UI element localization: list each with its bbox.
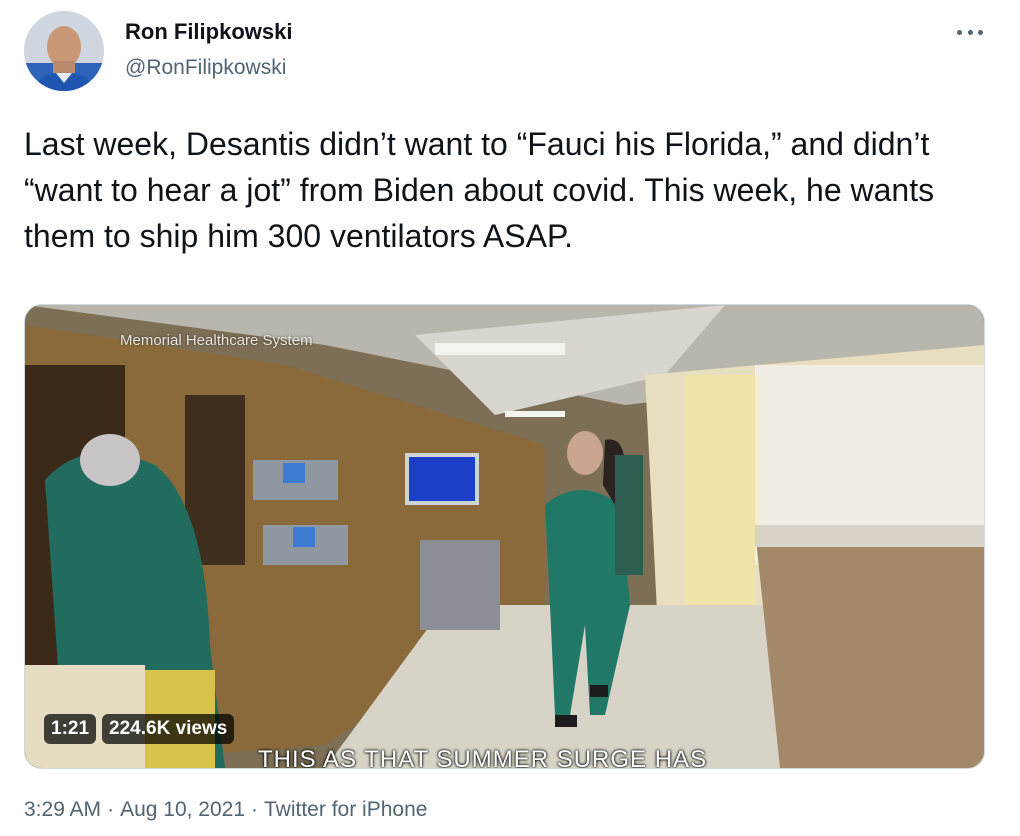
meta-separator: · [251, 798, 259, 821]
video-player[interactable]: Memorial Healthcare System 1:21 224.6K v… [24, 304, 985, 769]
more-dot [978, 29, 983, 35]
more-dot [967, 29, 973, 35]
more-horizontal-icon[interactable] [950, 20, 990, 44]
video-caption: THIS AS THAT SUMMER SURGE HAS [258, 746, 708, 769]
tweet-time[interactable]: 3:29 AM [24, 798, 101, 821]
video-watermark: Memorial Healthcare System [120, 332, 313, 349]
avatar[interactable] [24, 11, 104, 91]
tweet-source[interactable]: Twitter for iPhone [264, 798, 427, 821]
video-frame [25, 305, 984, 768]
video-duration: 1:21 [44, 714, 97, 744]
avatar-image [24, 11, 104, 91]
tweet-date[interactable]: Aug 10, 2021 [120, 798, 245, 821]
author-handle[interactable]: @RonFilipkowski [125, 56, 286, 80]
meta-separator: · [107, 798, 115, 821]
video-views: 224.6K views [102, 714, 235, 744]
tweet-metadata: 3:29 AM · Aug 10, 2021 · Twitter for iPhone [24, 798, 427, 822]
more-dot [957, 29, 962, 35]
tweet-text: Last week, Desantis didn’t want to “Fauc… [24, 126, 935, 254]
video-badges: 1:21 224.6K views [44, 714, 235, 744]
author-name[interactable]: Ron Filipkowski [125, 19, 292, 45]
